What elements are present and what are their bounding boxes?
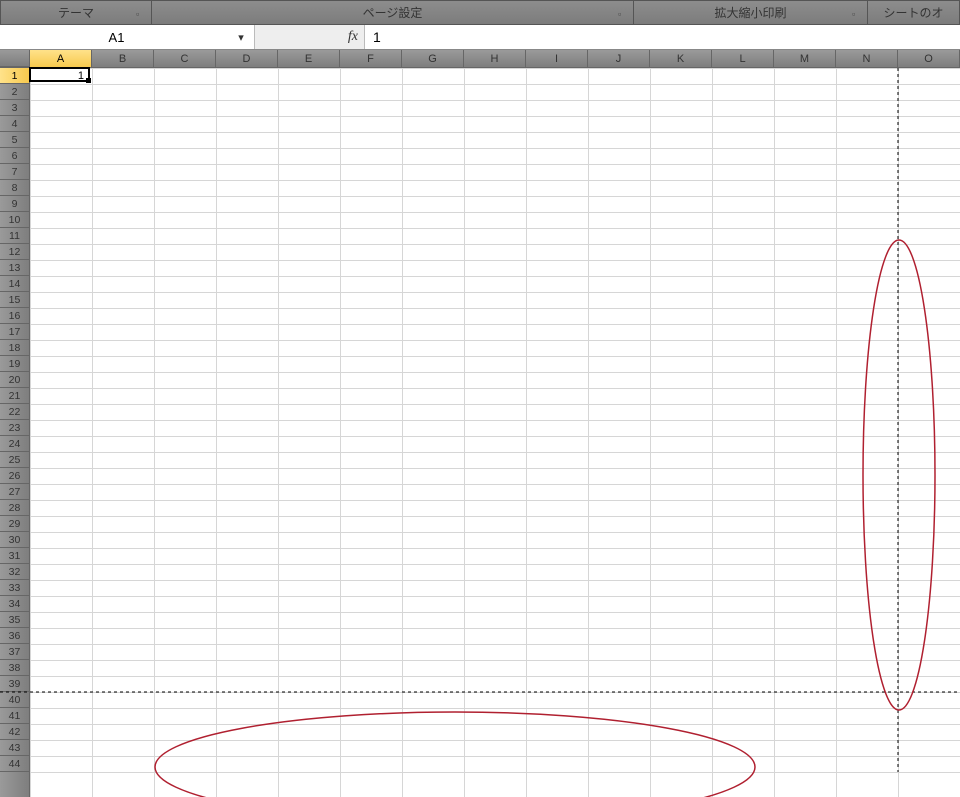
row-header-20[interactable]: 20 — [0, 372, 29, 388]
row-header-43[interactable]: 43 — [0, 740, 29, 756]
col-header-K[interactable]: K — [650, 50, 712, 67]
col-header-F[interactable]: F — [340, 50, 402, 67]
row-header-18[interactable]: 18 — [0, 340, 29, 356]
col-header-O[interactable]: O — [898, 50, 960, 67]
row-header-1[interactable]: 1 — [0, 68, 29, 84]
row-header-11[interactable]: 11 — [0, 228, 29, 244]
row-header-8[interactable]: 8 — [0, 180, 29, 196]
ribbon-group-label: 拡大縮小印刷 — [714, 4, 786, 21]
col-header-A[interactable]: A — [30, 50, 92, 67]
ribbon-group-3[interactable]: シートのオ — [868, 1, 960, 24]
col-header-N[interactable]: N — [836, 50, 898, 67]
fx-icon[interactable]: fx — [348, 29, 358, 45]
active-cell[interactable]: 1 — [29, 67, 90, 82]
col-header-C[interactable]: C — [154, 50, 216, 67]
row-header-14[interactable]: 14 — [0, 276, 29, 292]
row-header-5[interactable]: 5 — [0, 132, 29, 148]
row-header-39[interactable]: 39 — [0, 676, 29, 692]
row-header-27[interactable]: 27 — [0, 484, 29, 500]
name-box-dropdown[interactable]: ▾ — [229, 26, 253, 48]
ribbon-group-label: シートのオ — [883, 4, 943, 21]
row-header-22[interactable]: 22 — [0, 404, 29, 420]
formula-input[interactable] — [365, 25, 960, 49]
row-header-6[interactable]: 6 — [0, 148, 29, 164]
row-header-24[interactable]: 24 — [0, 436, 29, 452]
row-header-3[interactable]: 3 — [0, 100, 29, 116]
col-header-M[interactable]: M — [774, 50, 836, 67]
row-header-26[interactable]: 26 — [0, 468, 29, 484]
row-header-17[interactable]: 17 — [0, 324, 29, 340]
col-header-I[interactable]: I — [526, 50, 588, 67]
row-header-30[interactable]: 30 — [0, 532, 29, 548]
row-header-16[interactable]: 16 — [0, 308, 29, 324]
ribbon-group-label: テーマ — [58, 4, 94, 21]
row-header-41[interactable]: 41 — [0, 708, 29, 724]
row-header-38[interactable]: 38 — [0, 660, 29, 676]
select-all-corner[interactable] — [0, 50, 30, 67]
row-header-25[interactable]: 25 — [0, 452, 29, 468]
col-header-E[interactable]: E — [278, 50, 340, 67]
dialog-launcher-icon[interactable]: ▫ — [852, 9, 864, 21]
name-box-wrap: ▾ — [0, 25, 255, 49]
row-header-37[interactable]: 37 — [0, 644, 29, 660]
dialog-launcher-icon[interactable]: ▫ — [618, 9, 630, 21]
row-header-29[interactable]: 29 — [0, 516, 29, 532]
row-header-34[interactable]: 34 — [0, 596, 29, 612]
row-header-42[interactable]: 42 — [0, 724, 29, 740]
row-header-15[interactable]: 15 — [0, 292, 29, 308]
row-header-32[interactable]: 32 — [0, 564, 29, 580]
cells-area[interactable]: 1 — [30, 68, 960, 797]
col-header-D[interactable]: D — [216, 50, 278, 67]
row-header-28[interactable]: 28 — [0, 500, 29, 516]
row-header-21[interactable]: 21 — [0, 388, 29, 404]
ribbon-group-1[interactable]: ページ設定 ▫ — [152, 1, 634, 24]
ribbon-groups: テーマ ▫ ページ設定 ▫ 拡大縮小印刷 ▫ シートのオ — [0, 0, 960, 25]
row-header-31[interactable]: 31 — [0, 548, 29, 564]
row-headers: 1234567891011121314151617181920212223242… — [0, 68, 30, 797]
row-header-10[interactable]: 10 — [0, 212, 29, 228]
row-header-19[interactable]: 19 — [0, 356, 29, 372]
row-header-13[interactable]: 13 — [0, 260, 29, 276]
formula-bar: ▾ fx — [0, 25, 960, 50]
col-header-B[interactable]: B — [92, 50, 154, 67]
col-header-L[interactable]: L — [712, 50, 774, 67]
row-header-44[interactable]: 44 — [0, 756, 29, 772]
row-header-23[interactable]: 23 — [0, 420, 29, 436]
dialog-launcher-icon[interactable]: ▫ — [136, 9, 148, 21]
ribbon-group-2[interactable]: 拡大縮小印刷 ▫ — [634, 1, 868, 24]
ribbon-group-label: ページ設定 — [363, 4, 423, 21]
col-header-H[interactable]: H — [464, 50, 526, 67]
name-box[interactable] — [4, 26, 229, 48]
row-header-4[interactable]: 4 — [0, 116, 29, 132]
row-header-2[interactable]: 2 — [0, 84, 29, 100]
row-header-33[interactable]: 33 — [0, 580, 29, 596]
row-header-36[interactable]: 36 — [0, 628, 29, 644]
row-header-40[interactable]: 40 — [0, 692, 29, 708]
col-header-G[interactable]: G — [402, 50, 464, 67]
ribbon-group-0[interactable]: テーマ ▫ — [0, 1, 152, 24]
fx-button-group: fx — [255, 25, 365, 49]
row-header-9[interactable]: 9 — [0, 196, 29, 212]
row-header-7[interactable]: 7 — [0, 164, 29, 180]
spreadsheet: ABCDEFGHIJKLMNO 123456789101112131415161… — [0, 50, 960, 797]
row-header-12[interactable]: 12 — [0, 244, 29, 260]
column-headers: ABCDEFGHIJKLMNO — [0, 50, 960, 68]
row-header-35[interactable]: 35 — [0, 612, 29, 628]
col-header-J[interactable]: J — [588, 50, 650, 67]
